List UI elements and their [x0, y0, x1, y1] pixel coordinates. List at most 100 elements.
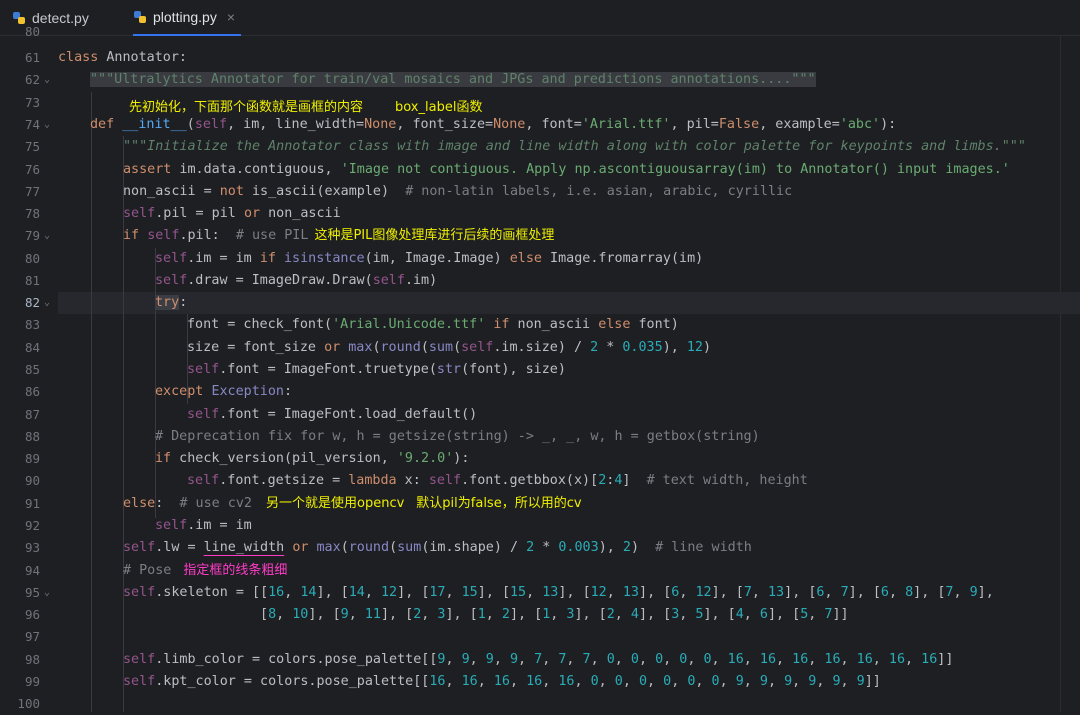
code-token: ,	[671, 674, 688, 689]
code-token: ]	[913, 585, 922, 600]
line-number-gutter: 80 61 62 ⌄ 73 74 ⌄ 75 76 77 78 79 ⌄ 80 8…	[0, 24, 58, 712]
line-number: 96	[24, 607, 40, 622]
code-number: 6	[880, 585, 889, 600]
code-token: [	[727, 607, 736, 622]
tab-plotting-py[interactable]: plotting.py ×	[133, 0, 242, 36]
close-icon[interactable]: ×	[227, 9, 235, 25]
code-number: 15	[510, 585, 527, 600]
code-token: ,	[792, 674, 809, 689]
line-number: 76	[24, 162, 40, 177]
code-line: if self.pil: # use PIL 这种是PIL图像处理库进行后续的画框…	[123, 225, 554, 247]
code-token: ,	[743, 674, 760, 689]
code-number: 1	[477, 607, 486, 622]
code-editor[interactable]: class Annotator: """Ultralytics Annotato…	[58, 36, 1080, 712]
code-token: self	[123, 674, 156, 689]
code-token: ,	[445, 674, 462, 689]
code-token: ,	[776, 607, 793, 622]
code-token: def	[90, 117, 115, 132]
annotation-note: 指定框的线条粗细	[183, 563, 288, 578]
fold-chevron-icon[interactable]: ⌄	[44, 225, 50, 247]
annotation-note: box_label函数	[395, 100, 483, 115]
line-number: 78	[24, 206, 40, 221]
code-token: ,	[687, 652, 704, 667]
line-number: 80	[24, 24, 40, 39]
code-token: .im = im	[187, 251, 260, 266]
fold-chevron-icon[interactable]: ⌄	[44, 292, 50, 314]
line-number: 90	[24, 473, 40, 488]
code-token: , font=	[525, 117, 582, 132]
code-token: 2	[622, 540, 631, 555]
line-number: 91	[24, 496, 40, 511]
code-line: try:	[155, 292, 187, 314]
code-token: [	[792, 607, 801, 622]
code-number: 7	[840, 585, 849, 600]
code-token: ]	[397, 585, 406, 600]
code-token: ,	[695, 674, 712, 689]
editor-tab-bar: detect.py plotting.py ×	[0, 0, 1080, 36]
code-token: if	[155, 451, 172, 466]
code-token: :	[284, 384, 293, 399]
code-number: 13	[622, 585, 639, 600]
code-number: 4	[630, 607, 639, 622]
code-comment: # line width	[655, 540, 752, 555]
code-token: [	[260, 585, 269, 600]
code-token: .lw =	[155, 540, 204, 555]
code-line: self.limb_color = colors.pose_palette[[9…	[123, 649, 953, 671]
code-token: ,	[364, 585, 381, 600]
code-token: 'Arial.Unicode.ttf'	[332, 317, 486, 332]
line-number: 94	[24, 563, 40, 578]
code-number: 9	[340, 607, 349, 622]
code-token: (	[453, 340, 462, 355]
code-line: def __init__(self, im, line_width=None, …	[90, 114, 896, 136]
line-number: 61	[24, 50, 40, 65]
code-token: .font.getsize =	[219, 473, 349, 488]
code-token: ,	[776, 652, 793, 667]
code-token: ,	[582, 607, 599, 622]
code-number: 7	[582, 652, 591, 667]
line-number: 93	[24, 540, 40, 555]
code-comment: # use PIL	[235, 228, 309, 243]
code-token: self	[372, 273, 405, 288]
code-token: else	[509, 251, 542, 266]
code-token: self	[187, 362, 220, 377]
code-token: round	[380, 340, 421, 355]
code-number: 2	[606, 607, 615, 622]
code-number: 16	[558, 674, 575, 689]
code-token: ]	[638, 607, 647, 622]
line-number: 75	[24, 139, 40, 154]
line-number: 74	[24, 117, 40, 132]
fold-chevron-icon[interactable]: ⌄	[44, 69, 50, 91]
code-number: 16	[727, 652, 744, 667]
code-token: [	[872, 585, 881, 600]
code-number: 12	[695, 585, 712, 600]
code-token: ,	[751, 585, 768, 600]
line-number: 86	[24, 384, 40, 399]
line-number: 85	[24, 362, 40, 377]
code-line: font = check_font('Arial.Unicode.ttf' if…	[187, 314, 679, 336]
code-comment: # use cv2	[179, 496, 252, 511]
code-token: None	[364, 117, 397, 132]
code-number: 12	[381, 585, 398, 600]
code-line: self.font.getsize = lambda x: self.font.…	[187, 470, 808, 492]
code-comment: # text width, height	[646, 473, 808, 488]
code-token: sum	[428, 340, 454, 355]
code-token: im.data.contiguous,	[171, 162, 341, 177]
fold-chevron-icon[interactable]: ⌄	[44, 582, 50, 604]
code-comment: # Pose	[123, 563, 172, 578]
code-line: else: # use cv2 另一个就是使用opencv 默认pil为false，…	[123, 493, 582, 515]
code-number: 16	[888, 652, 906, 667]
code-token: ,	[719, 585, 736, 600]
code-token: ,	[606, 585, 623, 600]
code-token: ,	[284, 585, 301, 600]
code-token: self	[147, 228, 180, 243]
code-token: ]	[477, 585, 486, 600]
code-token: size = font_size	[187, 340, 325, 355]
code-token: ,	[905, 652, 922, 667]
code-token: ,	[679, 607, 696, 622]
line-number: 98	[24, 652, 40, 667]
code-token: (im, Image.Image)	[364, 251, 510, 266]
indent-guide	[91, 92, 92, 712]
fold-chevron-icon[interactable]: ⌄	[44, 114, 50, 136]
code-token: .pil = pil	[155, 206, 244, 221]
